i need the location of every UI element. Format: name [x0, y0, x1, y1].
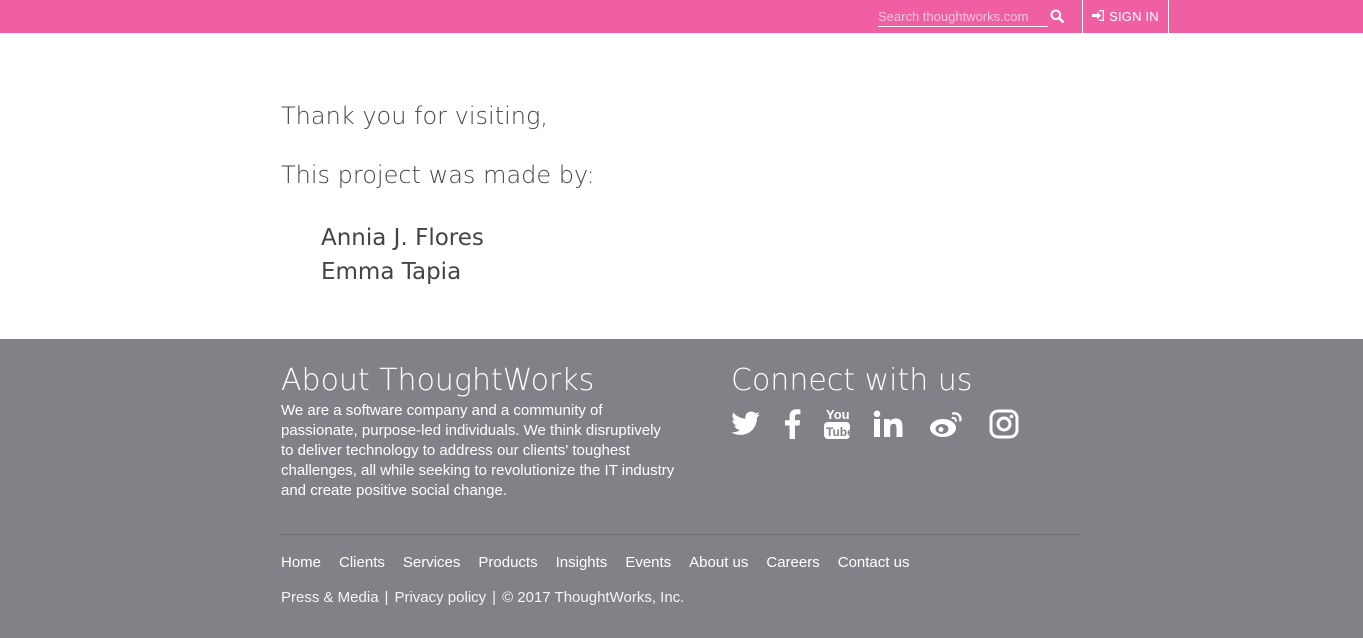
separator: |	[492, 589, 497, 606]
twitter-icon[interactable]	[731, 411, 761, 442]
weibo-icon[interactable]	[929, 410, 963, 443]
footer-link-clients[interactable]: Clients	[339, 554, 385, 571]
privacy-policy-link[interactable]: Privacy policy	[394, 589, 486, 606]
divider	[1168, 0, 1169, 33]
thank-you-text: Thank you for visiting,	[281, 102, 549, 130]
footer-link-events[interactable]: Events	[625, 554, 671, 571]
svg-text:You: You	[826, 407, 850, 422]
footer-link-about-us[interactable]: About us	[689, 554, 748, 571]
sign-in-icon	[1092, 9, 1109, 24]
search-icon[interactable]	[1050, 9, 1066, 25]
about-section: About ThoughtWorks We are a software com…	[281, 361, 681, 501]
search-input[interactable]	[878, 8, 1046, 25]
sign-in-button[interactable]: SIGN IN	[1083, 0, 1168, 33]
youtube-icon[interactable]: You Tube	[823, 407, 854, 445]
press-media-link[interactable]: Press & Media	[281, 589, 379, 606]
about-title: About ThoughtWorks	[281, 363, 595, 398]
connect-title: Connect with us	[731, 363, 973, 398]
instagram-icon[interactable]	[989, 409, 1019, 444]
author-name: Annia J. Flores	[321, 225, 484, 251]
about-text: We are a software company and a communit…	[281, 402, 675, 499]
copyright-text: © 2017 ThoughtWorks, Inc.	[502, 589, 685, 606]
linkedin-icon[interactable]	[873, 410, 903, 443]
author-name: Emma Tapia	[321, 259, 462, 285]
footer-link-services[interactable]: Services	[403, 554, 461, 571]
facebook-icon[interactable]	[784, 408, 801, 444]
footer-link-contact-us[interactable]: Contact us	[838, 554, 910, 571]
made-by-text: This project was made by:	[281, 161, 595, 189]
footer: About ThoughtWorks We are a software com…	[0, 339, 1363, 638]
footer-link-careers[interactable]: Careers	[766, 554, 819, 571]
footer-link-insights[interactable]: Insights	[556, 554, 608, 571]
footer-link-products[interactable]: Products	[478, 554, 537, 571]
search-box[interactable]	[878, 8, 1048, 27]
svg-text:Tube: Tube	[826, 425, 851, 439]
separator: |	[384, 589, 389, 606]
top-bar: SIGN IN	[0, 0, 1363, 33]
footer-nav: Home Clients Services Products Insights …	[281, 554, 927, 571]
author-list: Annia J. Flores Emma Tapia	[321, 221, 484, 289]
social-icons: You Tube	[731, 407, 1071, 445]
sign-in-label: SIGN IN	[1109, 9, 1159, 24]
footer-link-home[interactable]: Home	[281, 554, 321, 571]
footer-divider	[281, 534, 1080, 535]
legal-line: Press & Media | Privacy policy | © 2017 Thou…	[281, 589, 684, 606]
connect-section: Connect with us You Tube	[731, 361, 1071, 445]
